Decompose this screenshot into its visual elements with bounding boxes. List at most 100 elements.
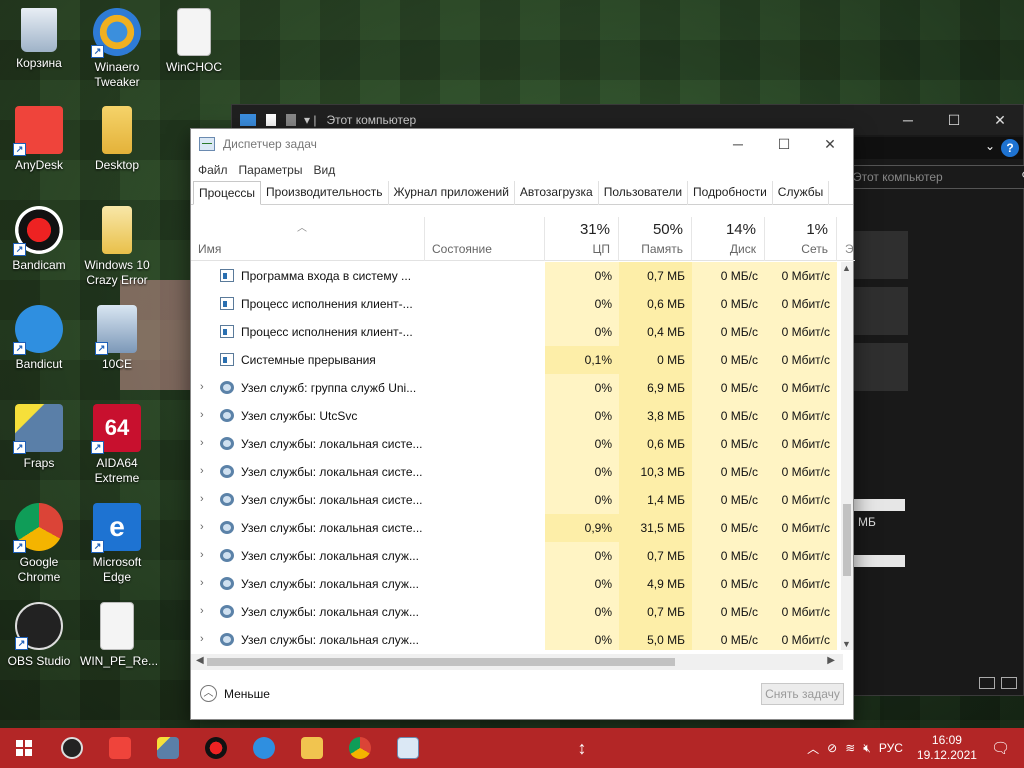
desktop-icon-microsoft-edge[interactable]: e ↗ Microsoft Edge <box>80 503 154 585</box>
drive-tile[interactable] <box>854 287 908 335</box>
taskbar-task-manager[interactable] <box>384 728 432 768</box>
new-folder-icon[interactable] <box>286 114 296 126</box>
scroll-down-icon[interactable]: ▼ <box>842 639 851 649</box>
menu-file[interactable]: Файл <box>198 163 228 177</box>
process-row[interactable]: › Узел службы: локальная систе... 0,9% 31,5… <box>191 514 843 542</box>
desktop-icon-win-pe[interactable]: WIN_PE_Re... <box>80 602 158 669</box>
column-header-network[interactable]: 1% Сеть <box>765 217 837 261</box>
expand-chevron-icon[interactable]: › <box>200 381 204 393</box>
drive-tile[interactable] <box>854 343 908 391</box>
language-indicator[interactable]: РУС <box>879 741 903 755</box>
network-off-icon[interactable]: ⊘ <box>827 741 837 755</box>
help-icon[interactable]: ? <box>1001 139 1019 157</box>
expand-chevron-icon[interactable]: › <box>200 437 204 449</box>
taskbar-fraps[interactable] <box>144 728 192 768</box>
tab-users[interactable]: Пользователи <box>599 181 689 205</box>
taskbar-chrome[interactable] <box>336 728 384 768</box>
minimize-button[interactable]: ─ <box>715 129 761 159</box>
desktop-icon-10ce[interactable]: ↗ 10CE <box>80 305 154 372</box>
process-row[interactable]: › Узел службы: локальная систе... 0% 0,6 МБ… <box>191 430 843 458</box>
desktop-icon-aida64[interactable]: 64 ↗ AIDA64 Extreme <box>80 404 154 486</box>
desktop-icon-bandicam[interactable]: ↗ Bandicam <box>2 206 76 273</box>
process-row[interactable]: Процесс исполнения клиент-... 0% 0,4 МБ 0 М… <box>191 318 843 346</box>
scroll-thumb[interactable] <box>207 658 675 666</box>
desktop-icon-recycle-bin[interactable]: Корзина <box>2 8 76 71</box>
desktop-icon-anydesk[interactable]: ↗ AnyDesk <box>2 106 76 173</box>
scroll-thumb[interactable] <box>843 504 851 576</box>
minimize-button[interactable]: ─ <box>885 105 931 135</box>
tiles-view-icon[interactable] <box>1001 677 1017 689</box>
column-header-cpu[interactable]: 31% ЦП <box>545 217 619 261</box>
close-button[interactable]: ✕ <box>807 129 853 159</box>
start-button[interactable] <box>0 728 48 768</box>
column-header-name[interactable]: ︿ Имя <box>191 217 425 261</box>
notifications-icon[interactable]: 🗨︎ <box>991 739 1010 757</box>
process-row[interactable]: › Узел службы: локальная служ... 0% 5,0 МБ 0… <box>191 626 843 650</box>
expand-chevron-icon[interactable]: › <box>200 521 204 533</box>
desktop-icon-fraps[interactable]: ↗ Fraps <box>2 404 76 471</box>
expand-chevron-icon[interactable]: › <box>200 633 204 645</box>
desktop-icon-winchoc[interactable]: WinCHOC <box>157 8 231 75</box>
menu-view[interactable]: Вид <box>313 163 335 177</box>
close-button[interactable]: ✕ <box>977 105 1023 135</box>
expand-chevron-icon[interactable]: › <box>200 493 204 505</box>
task-manager-window[interactable]: Диспетчер задач ─ ☐ ✕ Файл Параметры Вид… <box>190 128 855 720</box>
taskbar-obs[interactable] <box>48 728 96 768</box>
process-row[interactable]: › Узел служб: группа служб Uni... 0% 6,9 МБ… <box>191 374 843 402</box>
tab-app-history[interactable]: Журнал приложений <box>389 181 515 205</box>
tab-details[interactable]: Подробности <box>688 181 773 205</box>
tab-startup[interactable]: Автозагрузка <box>515 181 599 205</box>
expand-chevron-icon[interactable]: › <box>200 465 204 477</box>
desktop-icon-winaero-tweaker[interactable]: ↗ Winaero Tweaker <box>80 8 154 90</box>
taskbar-bandicut[interactable] <box>240 728 288 768</box>
expand-chevron-icon[interactable]: › <box>200 549 204 561</box>
details-view-icon[interactable] <box>979 677 995 689</box>
process-row[interactable]: › Узел службы: локальная служ... 0% 0,7 МБ 0… <box>191 598 843 626</box>
desktop-icon-desktop-folder[interactable]: Desktop <box>80 106 154 173</box>
scroll-right-icon[interactable]: ▶ <box>827 655 835 666</box>
maximize-button[interactable]: ☐ <box>761 129 807 159</box>
maximize-button[interactable]: ☐ <box>931 105 977 135</box>
drive-tile[interactable] <box>854 231 908 279</box>
scroll-left-icon[interactable]: ◀ <box>196 655 204 666</box>
process-row[interactable]: › Узел службы: локальная служ... 0% 4,9 МБ 0… <box>191 570 843 598</box>
process-row[interactable]: Программа входа в систему ... 0% 0,7 МБ 0 М… <box>191 262 843 290</box>
fewer-details-button[interactable]: ︿ Меньше <box>200 685 270 702</box>
desktop-icon-google-chrome[interactable]: ↗ Google Chrome <box>2 503 76 585</box>
horizontal-scrollbar[interactable]: ◀ ▶ <box>191 654 843 670</box>
taskbar-explorer[interactable] <box>288 728 336 768</box>
desktop-icon-obs-studio[interactable]: ↗ OBS Studio <box>2 602 76 669</box>
tab-services[interactable]: Службы <box>773 181 830 205</box>
taskbar-anydesk[interactable] <box>96 728 144 768</box>
quick-access-chevron-icon[interactable]: ▾ | <box>304 113 316 127</box>
desktop-icon-windows10-crazy-error[interactable]: Windows 10 Crazy Error <box>80 206 154 288</box>
process-row[interactable]: › Узел службы: локальная служ... 0% 0,7 МБ 0… <box>191 542 843 570</box>
process-row[interactable]: › Узел службы: локальная систе... 0% 10,3 М… <box>191 458 843 486</box>
column-header-disk[interactable]: 14% Диск <box>692 217 765 261</box>
column-header-memory[interactable]: 50% Память <box>619 217 692 261</box>
expand-chevron-icon[interactable]: › <box>200 605 204 617</box>
column-header-status[interactable]: Состояние <box>425 217 545 261</box>
chevron-up-icon[interactable]: ︿ <box>807 740 819 757</box>
volume-muted-icon[interactable]: 🔇︎ <box>863 741 871 756</box>
process-row[interactable]: › Узел службы: UtcSvc 0% 3,8 МБ 0 МБ/с 0 Мбит… <box>191 402 843 430</box>
menu-options[interactable]: Параметры <box>239 163 303 177</box>
scroll-up-icon[interactable]: ▲ <box>842 263 851 273</box>
explorer-search-input[interactable]: Этот компьютер ⚲ <box>844 165 1024 189</box>
taskbar-bandicam[interactable] <box>192 728 240 768</box>
process-row[interactable]: Процесс исполнения клиент-... 0% 0,6 МБ 0 М… <box>191 290 843 318</box>
column-header-energy[interactable]: Э <box>837 217 855 261</box>
desktop-icon-bandicut[interactable]: ↗ Bandicut <box>2 305 76 372</box>
tab-performance[interactable]: Производительность <box>261 181 389 205</box>
ribbon-expand-icon[interactable]: ⌄ <box>985 139 995 153</box>
vertical-scrollbar[interactable]: ▲ ▼ <box>841 262 853 650</box>
process-row[interactable]: › Узел службы: локальная систе... 0% 1,4 МБ… <box>191 486 843 514</box>
tab-processes[interactable]: Процессы <box>193 181 262 205</box>
process-row[interactable]: Системные прерывания 0,1% 0 МБ 0 МБ/с 0 Мбит… <box>191 346 843 374</box>
end-task-button[interactable]: Снять задачу <box>761 683 844 705</box>
clock[interactable]: 16:09 19.12.2021 <box>917 733 977 763</box>
expand-chevron-icon[interactable]: › <box>200 577 204 589</box>
expand-chevron-icon[interactable]: › <box>200 409 204 421</box>
properties-icon[interactable] <box>266 114 276 126</box>
wifi-icon[interactable]: ≋ <box>845 741 855 755</box>
